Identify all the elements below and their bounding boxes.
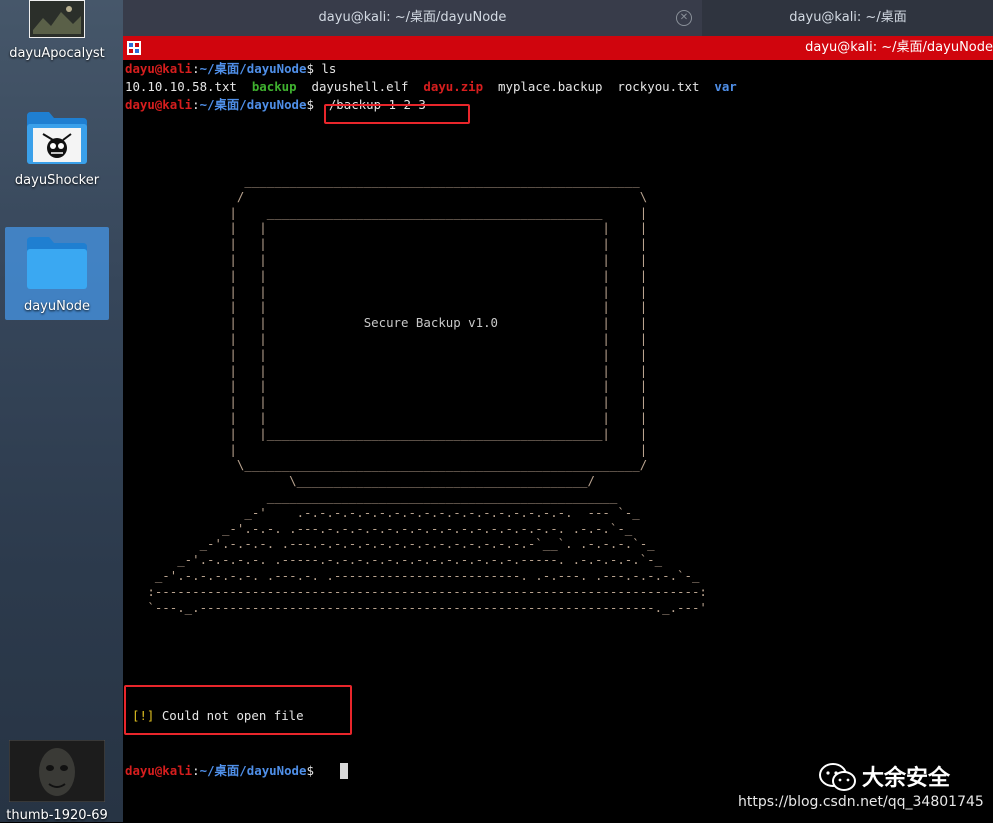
text-cursor <box>340 763 348 779</box>
file-entry: dayu.zip <box>423 79 484 94</box>
close-tab-icon[interactable]: ✕ <box>676 10 692 26</box>
terminal-tab-bar: dayu@kali: ~/桌面/dayuNode ✕ dayu@kali: ~/… <box>123 0 993 37</box>
prompt-line: dayu@kali:~/桌面/dayuNode$ ls <box>125 60 336 78</box>
command-text: ls <box>313 61 337 76</box>
image-thumbnail-icon <box>9 740 105 802</box>
file-listing: 10.10.10.58.txt backup dayushell.elf day… <box>125 78 737 96</box>
ascii-art-computer: ________________________________________… <box>147 173 707 615</box>
image-thumbnail-icon <box>29 0 85 38</box>
desktop-icon-label: dayuShocker <box>14 173 100 188</box>
wechat-logo-icon <box>819 763 856 791</box>
desktop-icon-thumb[interactable]: thumb-1920-69 <box>5 740 109 823</box>
desktop-icon-dayuapocalyst[interactable]: dayuApocalyst <box>5 0 109 68</box>
file-entry: backup <box>251 79 297 94</box>
file-entry: dayushell.elf <box>311 79 409 94</box>
banner-title: Secure Backup v1.0 <box>363 315 498 331</box>
prompt-separator: : <box>192 97 200 112</box>
prompt-separator: : <box>192 763 200 778</box>
prompt-separator: : <box>192 61 200 76</box>
prompt-user: dayu@kali <box>125 97 193 112</box>
prompt-line: dayu@kali:~/桌面/dayuNode$ <box>125 762 314 780</box>
prompt-path: ~/桌面/dayuNode <box>199 97 307 112</box>
prompt-path: ~/桌面/dayuNode <box>199 763 307 778</box>
prompt-user: dayu@kali <box>125 763 193 778</box>
terminal-output[interactable]: dayu@kali:~/桌面/dayuNode$ ls 10.10.10.58.… <box>123 60 993 822</box>
file-entry: myplace.backup <box>498 79 603 94</box>
prompt-user: dayu@kali <box>125 61 193 76</box>
desktop-icon-label: dayuNode <box>23 299 91 314</box>
desktop-sidebar: dayuApocalyst dayuShocker dayuNode thumb… <box>0 0 123 823</box>
file-entry: 10.10.10.58.txt <box>125 79 237 94</box>
tab-label: dayu@kali: ~/桌面 <box>789 10 907 25</box>
tab-dayunode[interactable]: dayu@kali: ~/桌面/dayuNode ✕ <box>123 0 702 36</box>
desktop-icon-dayunode[interactable]: dayuNode <box>5 227 109 320</box>
file-entry: rockyou.txt <box>617 79 700 94</box>
watermark-title: 大余安全 <box>862 766 951 791</box>
watermark-url: https://blog.csdn.net/qq_34801745 <box>738 794 984 810</box>
terminal-title-bar: dayu@kali: ~/桌面/dayuNode <box>123 36 993 60</box>
prompt-path: ~/桌面/dayuNode <box>199 61 307 76</box>
tab-label: dayu@kali: ~/桌面/dayuNode <box>318 10 507 25</box>
folder-icon <box>27 237 87 289</box>
highlight-box-error <box>124 685 352 735</box>
folder-shocker-icon <box>27 112 87 164</box>
desktop-icon-label: thumb-1920-69 <box>6 808 108 823</box>
tab-desktop[interactable]: dayu@kali: ~/桌面 <box>703 0 993 36</box>
prompt-symbol: $ <box>306 61 314 76</box>
desktop-icon-label: dayuApocalyst <box>9 46 105 61</box>
desktop-icon-dayushocker[interactable]: dayuShocker <box>5 104 109 196</box>
prompt-symbol: $ <box>306 97 314 112</box>
window-title: dayu@kali: ~/桌面/dayuNode <box>805 40 993 55</box>
prompt-symbol: $ <box>306 763 314 778</box>
terminal-app-icon[interactable] <box>127 41 141 55</box>
file-entry: var <box>714 79 737 94</box>
highlight-box-command <box>324 104 470 124</box>
